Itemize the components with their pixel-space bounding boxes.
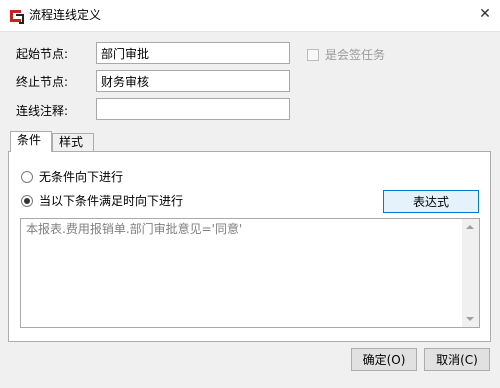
end-node-label: 终止节点: [16, 75, 69, 89]
app-logo-icon [10, 10, 24, 24]
cancel-button[interactable]: 取消(C) [424, 348, 490, 371]
ok-button[interactable]: 确定(O) [351, 348, 417, 371]
expression-button[interactable]: 表达式 [383, 190, 479, 213]
dialog-body: 起始节点: 是会签任务 终止节点: 连线注释: 条件 样式 无条件向下进行 当以… [0, 31, 500, 388]
scroll-up-icon[interactable] [466, 225, 474, 229]
radio-checked-icon [21, 194, 33, 207]
comment-label: 连线注释: [16, 104, 69, 118]
radio-conditional[interactable]: 当以下条件满足时向下进行 [21, 192, 183, 209]
radio-conditional-label: 当以下条件满足时向下进行 [39, 194, 184, 208]
close-button[interactable]: ✕ [470, 0, 500, 28]
tab-condition[interactable]: 条件 [10, 131, 52, 152]
countersign-checkbox[interactable]: 是会签任务 [307, 46, 385, 63]
title-bar: 流程连线定义 ✕ [0, 0, 500, 31]
end-node-input[interactable] [96, 70, 290, 92]
comment-input[interactable] [96, 98, 290, 120]
countersign-label: 是会签任务 [325, 48, 386, 62]
expression-textarea[interactable]: 本报表.费用报销单.部门审批意见='同意' [20, 218, 480, 328]
start-node-label: 起始节点: [16, 47, 69, 61]
radio-unconditional[interactable]: 无条件向下进行 [21, 168, 123, 185]
radio-unconditional-label: 无条件向下进行 [39, 170, 124, 184]
start-node-input[interactable] [96, 42, 290, 64]
tab-style[interactable]: 样式 [52, 133, 94, 152]
scroll-down-icon[interactable] [466, 317, 474, 321]
close-icon: ✕ [479, 6, 491, 22]
expression-text: 本报表.费用报销单.部门审批意见='同意' [26, 222, 243, 236]
radio-unchecked-icon [21, 170, 33, 183]
vertical-scrollbar[interactable] [462, 219, 479, 327]
window-title: 流程连线定义 [29, 8, 102, 22]
condition-panel: 无条件向下进行 当以下条件满足时向下进行 表达式 本报表.费用报销单.部门审批意… [8, 151, 491, 342]
checkbox-icon [307, 48, 319, 61]
